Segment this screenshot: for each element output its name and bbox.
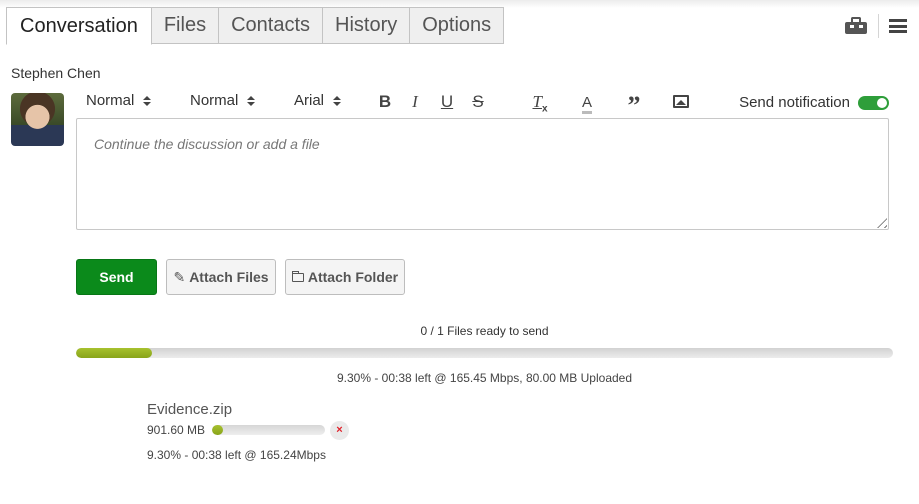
underline-button[interactable]: U — [437, 91, 457, 113]
tab-options[interactable]: Options — [409, 7, 505, 44]
italic-button[interactable]: I — [405, 91, 425, 113]
folder-icon — [291, 270, 304, 282]
toolbox-icon[interactable] — [844, 17, 868, 35]
font-select-value: Arial — [294, 92, 325, 109]
send-notification: Send notification — [739, 94, 889, 111]
file-name: Evidence.zip — [147, 401, 233, 418]
tab-bar: Conversation Files Contacts History Opti… — [6, 7, 505, 45]
attach-folder-label: Attach Folder — [307, 269, 399, 285]
header-actions — [844, 14, 907, 38]
editor-toolbar: Normal Normal Arial B I U S Tx A ” Send … — [76, 90, 889, 120]
tab-files[interactable]: Files — [150, 7, 220, 44]
updown-icon — [143, 95, 152, 106]
overall-status-text: 9.30% - 00:38 left @ 165.45 Mbps, 80.00 … — [336, 371, 633, 385]
send-button[interactable]: Send — [76, 259, 157, 295]
updown-icon — [333, 95, 342, 106]
send-notification-toggle[interactable] — [858, 95, 889, 110]
paperclip-icon: ✎ — [173, 268, 186, 285]
remove-file-button[interactable]: × — [330, 421, 349, 440]
attach-files-button[interactable]: ✎ Attach Files — [166, 259, 276, 295]
updown-icon — [247, 95, 256, 106]
overall-progress-bar — [76, 348, 893, 358]
overall-progress-fill — [76, 348, 152, 358]
resize-handle[interactable] — [877, 218, 887, 228]
divider — [878, 14, 879, 38]
heading-select[interactable]: Normal — [86, 92, 152, 109]
text-color-button[interactable]: A — [577, 91, 597, 114]
message-input[interactable]: Continue the discussion or add a file — [76, 118, 889, 230]
font-select[interactable]: Arial — [294, 92, 342, 109]
attach-files-label: Attach Files — [189, 269, 269, 285]
file-progress-bar — [212, 425, 325, 435]
files-ready-text: 0 / 1 Files ready to send — [420, 324, 549, 338]
image-icon[interactable] — [673, 95, 689, 108]
file-progress-fill — [212, 425, 223, 435]
send-notification-label: Send notification — [739, 94, 850, 111]
text-color-icon: A — [581, 95, 592, 114]
heading-select-value: Normal — [86, 92, 135, 109]
tab-conversation[interactable]: Conversation — [6, 7, 152, 45]
avatar — [11, 93, 64, 146]
author-name: Stephen Chen — [11, 65, 101, 81]
clear-format-sub: x — [541, 103, 548, 115]
attach-folder-button[interactable]: Attach Folder — [285, 259, 405, 295]
size-select-value: Normal — [190, 92, 239, 109]
tab-contacts[interactable]: Contacts — [218, 7, 324, 44]
clear-format-button[interactable]: Tx — [530, 91, 550, 115]
strikethrough-button[interactable]: S — [468, 91, 488, 113]
file-status-text: 9.30% - 00:38 left @ 165.24Mbps — [147, 448, 326, 462]
file-size: 901.60 MB — [147, 423, 206, 437]
bold-button[interactable]: B — [375, 91, 395, 113]
quote-button[interactable]: ” — [624, 91, 644, 120]
tab-history[interactable]: History — [322, 7, 411, 44]
message-placeholder: Continue the discussion or add a file — [94, 136, 320, 152]
clear-format-icon: T — [532, 92, 542, 111]
size-select[interactable]: Normal — [190, 92, 256, 109]
menu-icon[interactable] — [889, 19, 907, 33]
